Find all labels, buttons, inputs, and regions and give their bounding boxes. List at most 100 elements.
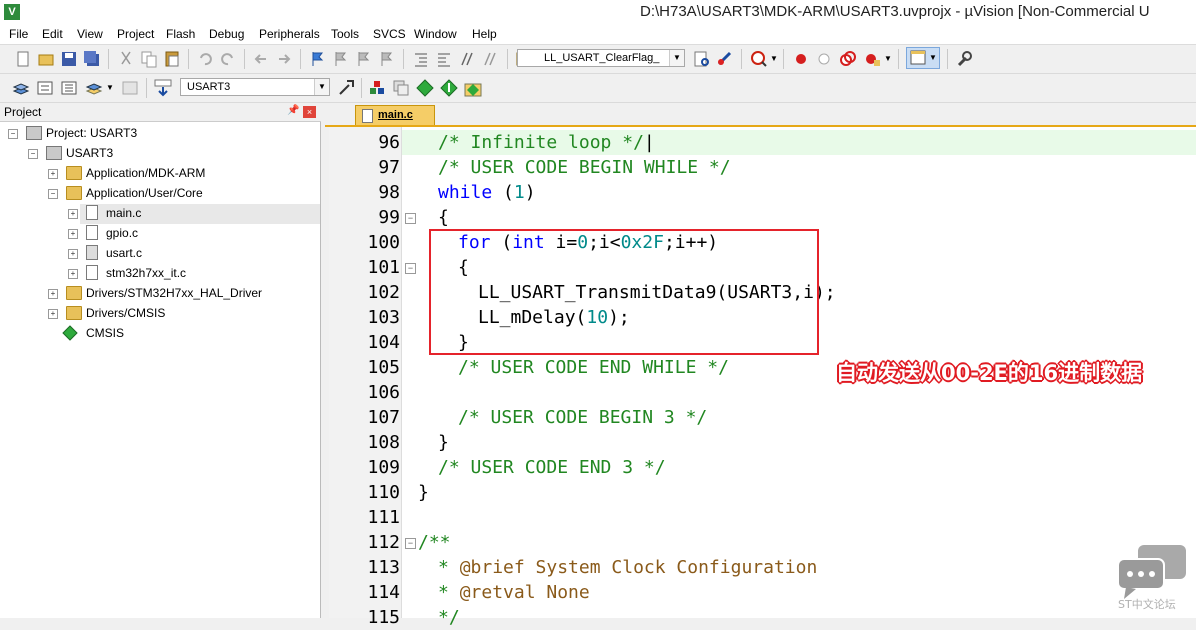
annotation-text: 自动发送从00-2E的16进制数据 [836, 361, 1143, 385]
rte-component-icon [62, 325, 78, 341]
redo-icon[interactable] [219, 50, 237, 68]
debug-dropdown-icon[interactable]: ▼ [770, 54, 778, 63]
breakpoint-config-icon[interactable] [863, 50, 881, 68]
fold-toggle[interactable]: − [405, 263, 416, 274]
target-select[interactable]: USART3 ▼ [180, 78, 330, 96]
build-icon[interactable] [36, 79, 54, 97]
pack-installer-update-icon[interactable] [464, 79, 482, 97]
expand-icon[interactable]: + [68, 249, 78, 259]
expand-icon[interactable]: + [48, 309, 58, 319]
uncomment-icon[interactable] [481, 50, 499, 68]
menu-svcs[interactable]: SVCS [373, 27, 406, 41]
unindent-icon[interactable] [435, 50, 453, 68]
breakpoint-insert-icon[interactable] [792, 50, 810, 68]
find-combo[interactable]: LL_USART_ClearFlag_ ▼ [517, 49, 685, 67]
save-all-icon[interactable] [83, 50, 101, 68]
new-file-icon[interactable] [14, 50, 32, 68]
window-layout-button[interactable]: ▼ [906, 47, 940, 69]
menu-bar: File Edit View Project Flash Debug Perip… [0, 24, 1196, 45]
expand-icon[interactable]: + [48, 289, 58, 299]
fold-toggle[interactable]: − [405, 538, 416, 549]
expand-icon[interactable]: + [48, 169, 58, 179]
c-file-icon [86, 205, 98, 220]
close-icon[interactable]: × [303, 106, 316, 118]
bookmark-icon[interactable] [308, 50, 326, 68]
manage-project-items-icon[interactable] [368, 79, 386, 97]
undo-icon[interactable] [196, 50, 214, 68]
target-options-icon[interactable] [337, 79, 355, 97]
collapse-icon[interactable]: − [48, 189, 58, 199]
tab-main-c[interactable]: main.c [355, 105, 435, 125]
tree-node-label: Application/MDK-ARM [86, 166, 206, 180]
comment-icon[interactable] [458, 50, 476, 68]
menu-debug[interactable]: Debug [209, 27, 244, 41]
fold-toggle[interactable]: − [405, 213, 416, 224]
bookmark-next-icon[interactable] [354, 50, 372, 68]
title-bar: V D:\H73A\USART3\MDK-ARM\USART3.uvprojx … [0, 0, 1196, 24]
stop-build-icon[interactable] [121, 79, 139, 97]
nav-forward-icon[interactable] [275, 50, 293, 68]
batch-dropdown-icon[interactable]: ▼ [106, 83, 114, 92]
tree-node-label: Drivers/STM32H7xx_HAL_Driver [86, 286, 263, 300]
tree-node-label: Project: USART3 [46, 126, 138, 140]
breakpoint-kill-all-icon[interactable] [839, 50, 857, 68]
incremental-find-icon[interactable] [716, 50, 734, 68]
folder-icon [66, 166, 82, 180]
menu-help[interactable]: Help [472, 27, 497, 41]
indent-icon[interactable] [412, 50, 430, 68]
expand-icon[interactable]: + [68, 229, 78, 239]
window-layout-icon [910, 50, 926, 65]
uvision-app-icon[interactable]: V [4, 4, 20, 20]
cut-icon[interactable] [117, 50, 135, 68]
main-toolbar: LL_USART_ClearFlag_ ▼ ▼ ▼ ▼ [0, 45, 1196, 74]
rebuild-icon[interactable] [60, 79, 78, 97]
tree-node-label: usart.c [106, 246, 143, 260]
code-line: while (1) [438, 182, 536, 203]
breakpoint-dropdown-icon[interactable]: ▼ [884, 54, 892, 63]
line-number: 106 [367, 382, 400, 403]
copy-icon[interactable] [140, 50, 158, 68]
batch-build-icon[interactable] [85, 79, 103, 97]
menu-edit[interactable]: Edit [42, 27, 63, 41]
chevron-down-icon[interactable]: ▼ [314, 79, 329, 95]
collapse-icon[interactable]: − [8, 129, 18, 139]
expand-icon[interactable]: + [68, 209, 78, 219]
collapse-icon[interactable]: − [28, 149, 38, 159]
pin-icon[interactable]: 📌 [287, 105, 299, 116]
configure-icon[interactable] [955, 50, 973, 68]
menu-window[interactable]: Window [414, 27, 457, 41]
line-number: 109 [367, 457, 400, 478]
chevron-down-icon: ▼ [929, 53, 937, 62]
breakpoint-disable-icon[interactable] [815, 50, 833, 68]
menu-view[interactable]: View [77, 27, 103, 41]
find-icon[interactable] [693, 50, 711, 68]
save-icon[interactable] [60, 50, 78, 68]
code-line: } [438, 432, 449, 453]
tab-label: main.c [378, 109, 413, 121]
menu-file[interactable]: File [9, 27, 28, 41]
bookmark-clear-icon[interactable] [377, 50, 395, 68]
code-line: /* USER CODE END 3 */ [438, 457, 666, 478]
nav-back-icon[interactable] [252, 50, 270, 68]
paste-icon[interactable] [163, 50, 181, 68]
menu-flash[interactable]: Flash [166, 27, 195, 41]
download-load-icon[interactable] [154, 79, 172, 97]
folder-icon [66, 306, 82, 320]
pack-installer-icon[interactable] [440, 79, 458, 97]
menu-peripherals[interactable]: Peripherals [259, 27, 320, 41]
c-file-options-icon [86, 245, 98, 260]
line-number: 111 [367, 507, 400, 528]
chevron-down-icon[interactable]: ▼ [669, 50, 684, 66]
expand-icon[interactable]: + [68, 269, 78, 279]
translate-icon[interactable] [12, 79, 30, 97]
open-folder-icon[interactable] [37, 50, 55, 68]
menu-project[interactable]: Project [117, 27, 154, 41]
bookmark-prev-icon[interactable] [331, 50, 349, 68]
watermark-text: ST中文论坛 [1118, 598, 1176, 611]
line-number: 100 [367, 232, 400, 253]
manage-rte-icon[interactable] [416, 79, 434, 97]
menu-tools[interactable]: Tools [331, 27, 359, 41]
select-packs-icon[interactable] [392, 79, 410, 97]
debug-session-icon[interactable] [750, 50, 768, 68]
project-root-icon [26, 126, 42, 140]
